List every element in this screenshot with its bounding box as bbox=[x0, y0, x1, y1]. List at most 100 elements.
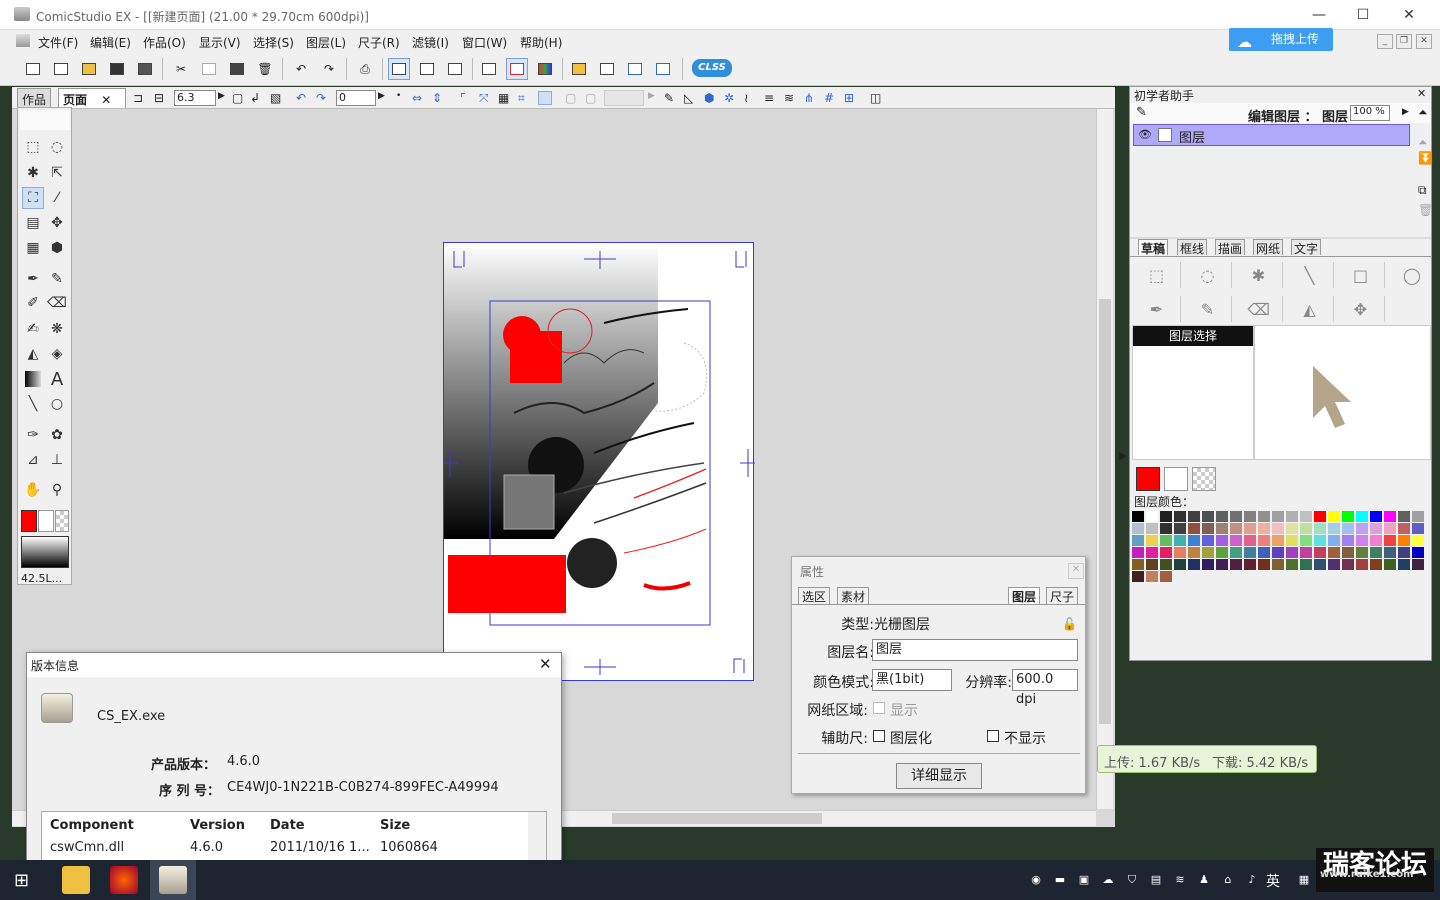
fit-icon[interactable]: ⤧ bbox=[479, 91, 493, 105]
tray-icon[interactable]: ▣ bbox=[1076, 872, 1092, 888]
corner-icon[interactable]: ↲ bbox=[250, 91, 264, 105]
rotate-right-icon[interactable]: ↷ bbox=[316, 91, 330, 105]
palette-swatch[interactable] bbox=[1342, 547, 1354, 558]
text-tool-icon[interactable]: A bbox=[46, 368, 68, 390]
palette-swatch[interactable] bbox=[1202, 547, 1214, 558]
select-area-icon[interactable] bbox=[538, 91, 552, 105]
palette-swatch[interactable] bbox=[1328, 535, 1340, 546]
single-page-icon[interactable] bbox=[388, 58, 410, 80]
detail-button[interactable]: 详细显示 bbox=[896, 763, 982, 789]
palette-swatch[interactable] bbox=[1258, 523, 1270, 534]
palette-swatch[interactable] bbox=[1342, 511, 1354, 522]
menu-layer[interactable]: 图层(L) bbox=[306, 34, 346, 51]
palette-swatch[interactable] bbox=[1356, 559, 1368, 570]
frame-icon[interactable]: ▢ bbox=[232, 91, 246, 105]
tab-works[interactable]: 作品 bbox=[17, 88, 52, 108]
palette-swatch[interactable] bbox=[1230, 523, 1242, 534]
angle-field[interactable]: 0 bbox=[336, 90, 376, 106]
parallel-icon[interactable]: ≡ bbox=[764, 91, 778, 105]
palette-swatch[interactable] bbox=[1188, 523, 1200, 534]
transparent-swatch[interactable] bbox=[55, 510, 69, 532]
panel-toggle-icon[interactable]: ◫ bbox=[870, 91, 884, 105]
fan-icon[interactable]: ≋ bbox=[784, 91, 798, 105]
palette-swatch[interactable] bbox=[1384, 523, 1396, 534]
palette-swatch[interactable] bbox=[1230, 511, 1242, 522]
palette-swatch[interactable] bbox=[1188, 535, 1200, 546]
palette-swatch[interactable] bbox=[1356, 523, 1368, 534]
stroke-width-field[interactable]: 6.3 bbox=[174, 90, 216, 106]
palette-swatch[interactable] bbox=[1188, 511, 1200, 522]
perspective-icon[interactable]: ⋔ bbox=[804, 91, 818, 105]
start-icon[interactable]: ⊞ bbox=[14, 870, 29, 891]
rectangle-icon[interactable]: □ bbox=[1337, 262, 1385, 288]
curve-icon[interactable]: ≀ bbox=[744, 91, 758, 105]
palette-swatch[interactable] bbox=[1202, 523, 1214, 534]
palette-swatch[interactable] bbox=[1370, 535, 1382, 546]
palette-swatch[interactable] bbox=[1258, 547, 1270, 558]
palette-swatch[interactable] bbox=[1328, 559, 1340, 570]
tray-icon[interactable]: ▤ bbox=[1148, 872, 1164, 888]
palette-swatch[interactable] bbox=[1398, 535, 1410, 546]
palette-swatch[interactable] bbox=[1398, 559, 1410, 570]
pen-adjust-tool-icon[interactable]: ✑ bbox=[22, 424, 44, 446]
tab-draw[interactable]: 描画 bbox=[1215, 239, 1246, 256]
palette-swatch[interactable] bbox=[1300, 535, 1312, 546]
menu-edit[interactable]: 编辑(E) bbox=[90, 34, 131, 51]
tray-icon[interactable]: ▬ bbox=[1052, 872, 1068, 888]
palette-swatch[interactable] bbox=[1314, 511, 1326, 522]
navigator-icon[interactable] bbox=[506, 58, 528, 80]
palette-swatch[interactable] bbox=[1230, 547, 1242, 558]
palette-swatch[interactable] bbox=[1328, 511, 1340, 522]
rotate-left-icon[interactable]: ↶ bbox=[296, 91, 310, 105]
layerize-checkbox[interactable] bbox=[873, 730, 885, 742]
palette-swatch[interactable] bbox=[1216, 547, 1228, 558]
palette-swatch[interactable] bbox=[1272, 559, 1284, 570]
tab-page[interactable]: 页面 ✕ bbox=[58, 88, 126, 108]
palette-swatch[interactable] bbox=[1244, 559, 1256, 570]
palette-swatch[interactable] bbox=[1160, 523, 1172, 534]
correction-tool-icon[interactable]: ⊿ bbox=[22, 449, 44, 471]
flip-vertical-icon[interactable]: ⇕ bbox=[432, 91, 446, 105]
file-explorer-icon[interactable] bbox=[62, 866, 90, 894]
palette-swatch[interactable] bbox=[1258, 559, 1270, 570]
ellipse-icon[interactable]: ◯ bbox=[1388, 262, 1436, 288]
stroke-cap-icon[interactable]: ⊟ bbox=[154, 91, 168, 105]
color-adjust-tool-icon[interactable]: ✿ bbox=[46, 424, 68, 446]
grid-tool-icon[interactable]: ▦ bbox=[22, 237, 44, 259]
sub-color-swatch[interactable] bbox=[38, 510, 54, 532]
palette-swatch[interactable] bbox=[1328, 547, 1340, 558]
vertical-scrollbar[interactable] bbox=[1096, 109, 1113, 809]
manga-page[interactable] bbox=[443, 242, 755, 681]
menu-works[interactable]: 作品(O) bbox=[143, 34, 186, 51]
3d-tool-icon[interactable]: ⬢ bbox=[46, 237, 68, 259]
color-window-icon[interactable] bbox=[534, 58, 556, 80]
palette-swatch[interactable] bbox=[1384, 535, 1396, 546]
palette-swatch[interactable] bbox=[1174, 511, 1186, 522]
about-close-icon[interactable]: ✕ bbox=[539, 655, 552, 673]
pen-tool-icon[interactable]: ✒ bbox=[22, 268, 44, 290]
opacity-arrow-icon[interactable]: ▶ bbox=[1402, 107, 1409, 117]
palette-swatch[interactable] bbox=[1216, 523, 1228, 534]
palette-swatch[interactable] bbox=[1216, 511, 1228, 522]
pen-icon[interactable]: ✎ bbox=[664, 91, 678, 105]
minimize-button[interactable]: — bbox=[1296, 0, 1342, 30]
palette-swatch[interactable] bbox=[1300, 559, 1312, 570]
panel-close-icon[interactable]: ✕ bbox=[1417, 87, 1426, 100]
save-icon[interactable] bbox=[106, 58, 128, 80]
move-icon[interactable]: ✥ bbox=[1337, 296, 1385, 322]
ruler-icon[interactable]: ◺ bbox=[684, 91, 698, 105]
palette-swatch[interactable] bbox=[1398, 511, 1410, 522]
tab-text[interactable]: 文字 bbox=[1291, 239, 1322, 256]
tab-material[interactable]: 素材 bbox=[837, 587, 870, 605]
transform-icon[interactable]: ⌜ bbox=[460, 91, 474, 105]
stroke-width-arrow-icon[interactable]: ▶ bbox=[218, 91, 232, 105]
palette-swatch[interactable] bbox=[1286, 559, 1298, 570]
marquee-tool-icon[interactable]: ⬚ bbox=[22, 136, 44, 158]
tab-selection[interactable]: 选区 bbox=[798, 587, 831, 605]
close-button[interactable]: ✕ bbox=[1386, 0, 1432, 30]
frame-cut-icon[interactable]: ▧ bbox=[270, 91, 284, 105]
hand-tool-icon[interactable]: ✋ bbox=[22, 479, 44, 501]
material-icon[interactable] bbox=[568, 58, 590, 80]
gradient-tool-icon[interactable] bbox=[22, 368, 44, 390]
cut-icon[interactable]: ✂ bbox=[170, 58, 192, 80]
